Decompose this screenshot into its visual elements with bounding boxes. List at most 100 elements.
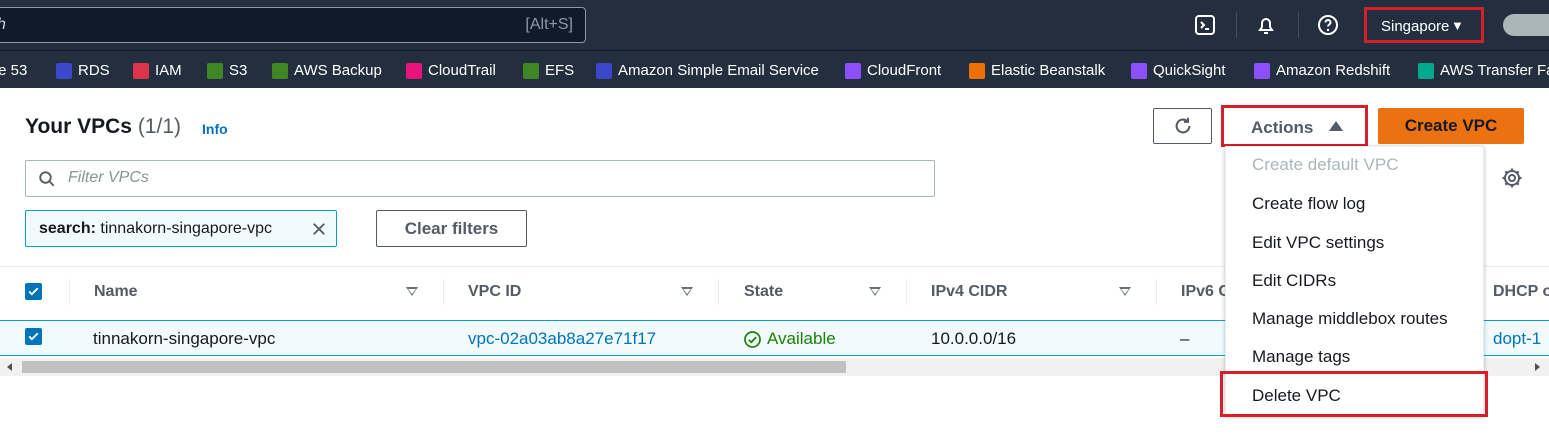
favorite-label: Amazon Redshift <box>1276 62 1391 79</box>
vpc-name-cell: tinnakorn-singapore-vpc <box>93 329 276 348</box>
s3-icon <box>207 62 223 79</box>
refresh-button[interactable] <box>1153 108 1212 144</box>
column-divider <box>443 279 444 305</box>
search-icon <box>39 171 55 187</box>
favorite-label: CloudTrail <box>428 62 496 79</box>
refresh-icon <box>1175 117 1190 134</box>
region-selector[interactable]: Singapore ▼ <box>1364 7 1484 43</box>
ipv6-cidr-cell: – <box>1180 329 1190 348</box>
global-search-input[interactable]: h [Alt+S] <box>0 7 586 43</box>
bell-icon[interactable] <box>1254 13 1278 37</box>
cloudshell-icon[interactable] <box>1193 13 1217 37</box>
page-title: Your VPCs (1/1) <box>25 115 181 139</box>
redshift-icon <box>1254 62 1270 79</box>
favorite-label: AWS Transfer Fa <box>1440 62 1549 79</box>
quicksight-icon <box>1131 62 1147 79</box>
filter-token-value: tinnakorn-singapore-vpc <box>100 220 273 237</box>
favorite-item[interactable]: AWS Backup <box>272 62 382 79</box>
sort-icon[interactable] <box>681 287 693 296</box>
favorite-item[interactable]: Elastic Beanstalk <box>969 62 1105 79</box>
scrollbar-thumb[interactable] <box>22 361 846 373</box>
column-header-vpc-id[interactable]: VPC ID <box>468 283 521 301</box>
efs-icon <box>523 62 539 79</box>
nav-divider <box>1298 12 1299 38</box>
filter-token: search: tinnakorn-singapore-vpc <box>25 210 337 247</box>
column-header-state[interactable]: State <box>744 283 783 301</box>
rds-icon <box>56 62 72 79</box>
filter-token-text: search: tinnakorn-singapore-vpc <box>39 220 272 238</box>
filter-vpcs-input[interactable] <box>68 169 868 187</box>
state-text: Available <box>767 329 836 348</box>
account-menu[interactable] <box>1503 14 1549 36</box>
nav-divider <box>1236 12 1237 38</box>
top-nav-bar: h [Alt+S] Singapore ▼ <box>0 0 1549 50</box>
filter-token-key: search: <box>39 220 96 237</box>
favorite-label: CloudFront <box>867 62 942 79</box>
scroll-right-icon[interactable] <box>1535 363 1540 371</box>
menu-item-manage-tags[interactable]: Manage tags <box>1252 347 1350 367</box>
sort-icon[interactable] <box>1119 287 1131 296</box>
favorite-item[interactable]: QuickSight <box>1131 62 1226 79</box>
column-header-ipv6-cidr[interactable]: IPv6 C <box>1181 283 1230 301</box>
caret-up-icon <box>1329 121 1343 131</box>
help-icon[interactable] <box>1316 13 1340 37</box>
favorite-label: QuickSight <box>1153 62 1226 79</box>
create-vpc-button[interactable]: Create VPC <box>1378 108 1524 144</box>
column-header-ipv4-cidr[interactable]: IPv4 CIDR <box>931 283 1007 301</box>
transfer-icon <box>1418 62 1434 79</box>
favorite-label: S3 <box>229 62 248 79</box>
vpc-id-link[interactable]: vpc-02a03ab8a27e71f17 <box>468 329 656 349</box>
favorite-item[interactable]: CloudFront <box>845 62 941 79</box>
sort-icon[interactable] <box>869 287 881 296</box>
menu-item-create-flow-log[interactable]: Create flow log <box>1252 194 1365 214</box>
actions-button[interactable]: Actions <box>1221 105 1368 147</box>
filter-box <box>25 160 935 197</box>
favorite-item[interactable]: AWS Transfer Fa <box>1418 62 1549 79</box>
cloudtrail-icon <box>406 62 422 79</box>
clear-filters-button[interactable]: Clear filters <box>376 210 527 247</box>
column-header-dhcp[interactable]: DHCP o <box>1493 283 1549 301</box>
search-placeholder: h <box>0 16 6 34</box>
sort-icon[interactable] <box>406 287 418 296</box>
favorite-item[interactable]: te 53 <box>0 62 27 79</box>
favorite-label: EFS <box>545 62 575 79</box>
region-label: Singapore <box>1381 18 1450 35</box>
close-icon[interactable] <box>310 220 328 238</box>
iam-icon <box>133 62 149 79</box>
status-available-icon <box>744 330 761 348</box>
column-header-name[interactable]: Name <box>94 283 138 301</box>
actions-label: Actions <box>1251 118 1314 137</box>
menu-item-edit-vpc-settings[interactable]: Edit VPC settings <box>1252 233 1384 253</box>
caret-down-icon: ▼ <box>1451 18 1464 33</box>
column-divider <box>718 279 719 305</box>
ipv4-cidr-cell: 10.0.0.0/16 <box>931 329 1017 348</box>
column-divider <box>69 279 70 305</box>
beanstalk-icon <box>969 62 985 79</box>
scroll-left-icon[interactable] <box>7 363 12 371</box>
favorite-label: Amazon Simple Email Service <box>618 62 819 79</box>
select-all-checkbox[interactable] <box>25 283 42 300</box>
check-icon <box>28 332 39 341</box>
row-checkbox[interactable] <box>25 328 42 345</box>
delete-vpc-highlight <box>1220 371 1488 417</box>
menu-item-manage-middlebox-routes[interactable]: Manage middlebox routes <box>1252 309 1448 329</box>
gear-icon[interactable] <box>1500 166 1524 190</box>
favorites-bar: te 53 RDS IAM S3 AWS Backup CloudTrail E… <box>0 50 1549 88</box>
column-divider <box>1156 279 1157 305</box>
favorite-item[interactable]: EFS <box>523 62 574 79</box>
search-shortcut: [Alt+S] <box>525 16 573 33</box>
vpc-count: (1/1) <box>137 115 181 138</box>
page-title-text: Your VPCs <box>25 115 132 138</box>
favorite-item[interactable]: CloudTrail <box>406 62 496 79</box>
state-cell: Available <box>743 329 836 349</box>
favorite-item[interactable]: IAM <box>133 62 182 79</box>
favorite-label: Elastic Beanstalk <box>991 62 1106 79</box>
favorite-item[interactable]: S3 <box>207 62 247 79</box>
menu-item-edit-cidrs[interactable]: Edit CIDRs <box>1252 271 1336 291</box>
favorite-item[interactable]: RDS <box>56 62 110 79</box>
favorite-item[interactable]: Amazon Simple Email Service <box>596 62 819 79</box>
dhcp-options-link[interactable]: dopt-1 <box>1493 329 1541 349</box>
favorite-item[interactable]: Amazon Redshift <box>1254 62 1390 79</box>
favorite-label: IAM <box>155 62 182 79</box>
info-link[interactable]: Info <box>202 121 228 137</box>
